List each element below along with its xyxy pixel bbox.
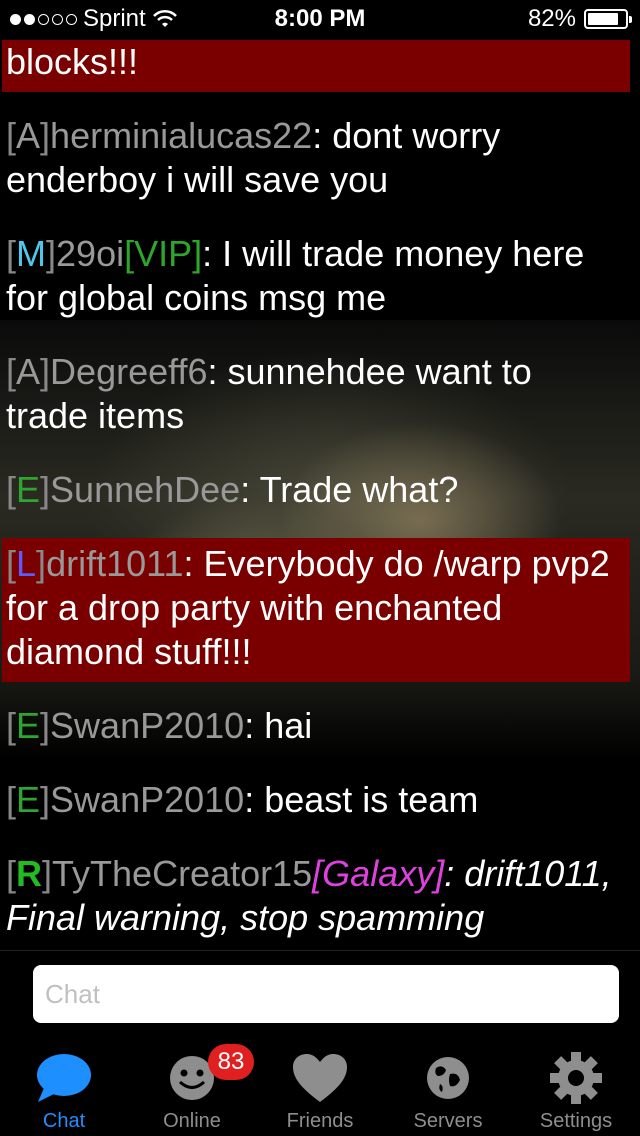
tab-label: Friends bbox=[286, 1110, 354, 1132]
tab-friends[interactable]: Friends bbox=[256, 1040, 384, 1136]
rank-tag: L bbox=[16, 543, 37, 584]
sender-name[interactable]: Degreeff6 bbox=[50, 351, 207, 392]
status-bar: Sprint 8:00 PM 82% bbox=[0, 0, 640, 40]
rank-bracket: ] bbox=[40, 351, 51, 392]
rank-bracket: [ bbox=[6, 543, 17, 584]
speech-bubble-icon bbox=[37, 1054, 91, 1102]
rank-bracket: [ bbox=[6, 351, 17, 392]
chat-message: [E]SwanP2010: hai bbox=[2, 700, 630, 756]
rank-bracket: ] bbox=[40, 705, 51, 746]
chat-input[interactable] bbox=[33, 965, 619, 1023]
rank-tag: E bbox=[16, 705, 41, 746]
tab-label: Settings bbox=[539, 1110, 613, 1132]
sender-name[interactable]: SwanP2010 bbox=[50, 705, 244, 746]
sender-name[interactable]: herminialucas22 bbox=[50, 115, 312, 156]
message-text: : Trade what? bbox=[240, 469, 459, 510]
message-text: : hai bbox=[244, 705, 313, 746]
tab-chat[interactable]: Chat bbox=[0, 1040, 128, 1136]
suffix-bracket: ] bbox=[192, 233, 203, 274]
sender-name[interactable]: SunnehDee bbox=[50, 469, 240, 510]
rank-bracket: [ bbox=[6, 469, 17, 510]
suffix-bracket: [ bbox=[312, 853, 323, 894]
tab-settings[interactable]: Settings bbox=[512, 1040, 640, 1136]
rank-tag: A bbox=[16, 115, 41, 156]
heart-icon bbox=[293, 1054, 347, 1102]
chat-message: [A]herminialucas22: dont worry enderboy … bbox=[2, 110, 630, 210]
battery-icon bbox=[584, 9, 632, 29]
rank-bracket: [ bbox=[6, 705, 17, 746]
chat-message: [R]TyTheCreator15[Galaxy]: drift1011, Fi… bbox=[2, 848, 630, 948]
vip-suffix: VIP bbox=[134, 233, 193, 274]
battery-status: 82% bbox=[527, 5, 632, 33]
message-text: : beast is team bbox=[244, 779, 479, 820]
rank-bracket: [ bbox=[6, 233, 17, 274]
rank-bracket: ] bbox=[40, 115, 51, 156]
rank-bracket: ] bbox=[42, 853, 53, 894]
tab-label: Servers bbox=[413, 1110, 483, 1132]
chat-log[interactable]: blocks!!! [A]herminialucas22: dont worry … bbox=[0, 40, 640, 950]
rank-bracket: [ bbox=[6, 779, 17, 820]
rank-bracket: ] bbox=[46, 233, 57, 274]
rank-bracket: ] bbox=[40, 779, 51, 820]
rank-bracket: [ bbox=[6, 115, 17, 156]
rank-tag: E bbox=[16, 469, 41, 510]
rank-tag: A bbox=[16, 351, 41, 392]
chat-compose-bar bbox=[0, 950, 640, 1041]
rank-tag: R bbox=[16, 853, 43, 894]
rank-bracket: ] bbox=[40, 469, 51, 510]
chat-message: blocks!!! bbox=[2, 40, 630, 92]
chat-message: [E]SwanP2010: beast is team bbox=[2, 774, 630, 830]
tab-bar: Chat 83 Online Friends Servers Settings bbox=[0, 1040, 640, 1136]
chat-message: [M]29oi[VIP]: I will trade money here fo… bbox=[2, 228, 630, 328]
sender-name[interactable]: SwanP2010 bbox=[50, 779, 244, 820]
gear-icon bbox=[550, 1052, 602, 1104]
battery-percent: 82% bbox=[527, 5, 576, 32]
tab-label: Chat bbox=[42, 1110, 86, 1132]
chat-message: [A]Degreeff6: sunnehdee want to trade it… bbox=[2, 346, 630, 446]
tab-label: Online bbox=[163, 1110, 221, 1132]
chat-message: [L]drift1011: Everybody do /warp pvp2 fo… bbox=[2, 538, 630, 682]
tab-online[interactable]: 83 Online bbox=[128, 1040, 256, 1136]
suffix-bracket: [ bbox=[124, 233, 135, 274]
sender-name[interactable]: TyTheCreator15 bbox=[52, 853, 312, 894]
chat-message: [E]SunnehDee: Trade what? bbox=[2, 464, 630, 520]
sender-name[interactable]: 29oi bbox=[56, 233, 124, 274]
rank-bracket: ] bbox=[36, 543, 47, 584]
galaxy-suffix: Galaxy bbox=[322, 853, 435, 894]
rank-bracket: [ bbox=[6, 853, 17, 894]
rank-tag: M bbox=[16, 233, 47, 274]
sender-name[interactable]: drift1011 bbox=[46, 543, 183, 584]
tab-servers[interactable]: Servers bbox=[384, 1040, 512, 1136]
rank-tag: E bbox=[16, 779, 41, 820]
online-count-badge: 83 bbox=[208, 1044, 254, 1080]
suffix-bracket: ] bbox=[434, 853, 445, 894]
globe-icon bbox=[427, 1057, 469, 1099]
message-text: blocks!!! bbox=[6, 41, 139, 82]
